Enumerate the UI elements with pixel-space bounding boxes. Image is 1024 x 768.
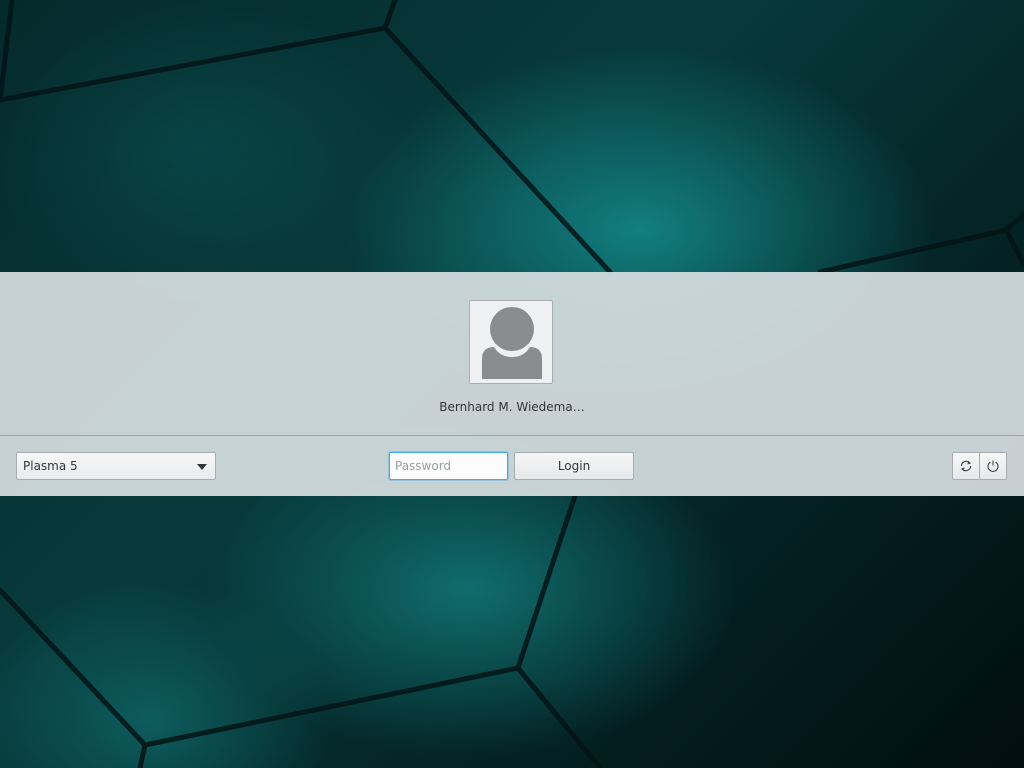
- user-avatar[interactable]: [469, 300, 553, 384]
- panel-divider: [0, 435, 1024, 436]
- user-silhouette-icon: [482, 307, 542, 379]
- shutdown-button[interactable]: [979, 452, 1007, 480]
- login-button[interactable]: Login: [514, 452, 634, 480]
- user-name-label: Bernhard M. Wiedema…: [439, 400, 585, 414]
- reboot-icon: [960, 460, 972, 472]
- chevron-down-icon: [197, 464, 207, 470]
- power-icon: [987, 460, 999, 472]
- session-select-value: Plasma 5: [23, 459, 78, 473]
- login-screen: Bernhard M. Wiedema… Plasma 5 Login: [0, 0, 1024, 768]
- reboot-button[interactable]: [952, 452, 980, 480]
- password-input[interactable]: [389, 452, 508, 480]
- session-select[interactable]: Plasma 5: [16, 452, 216, 480]
- login-panel: Bernhard M. Wiedema… Plasma 5 Login: [0, 272, 1024, 496]
